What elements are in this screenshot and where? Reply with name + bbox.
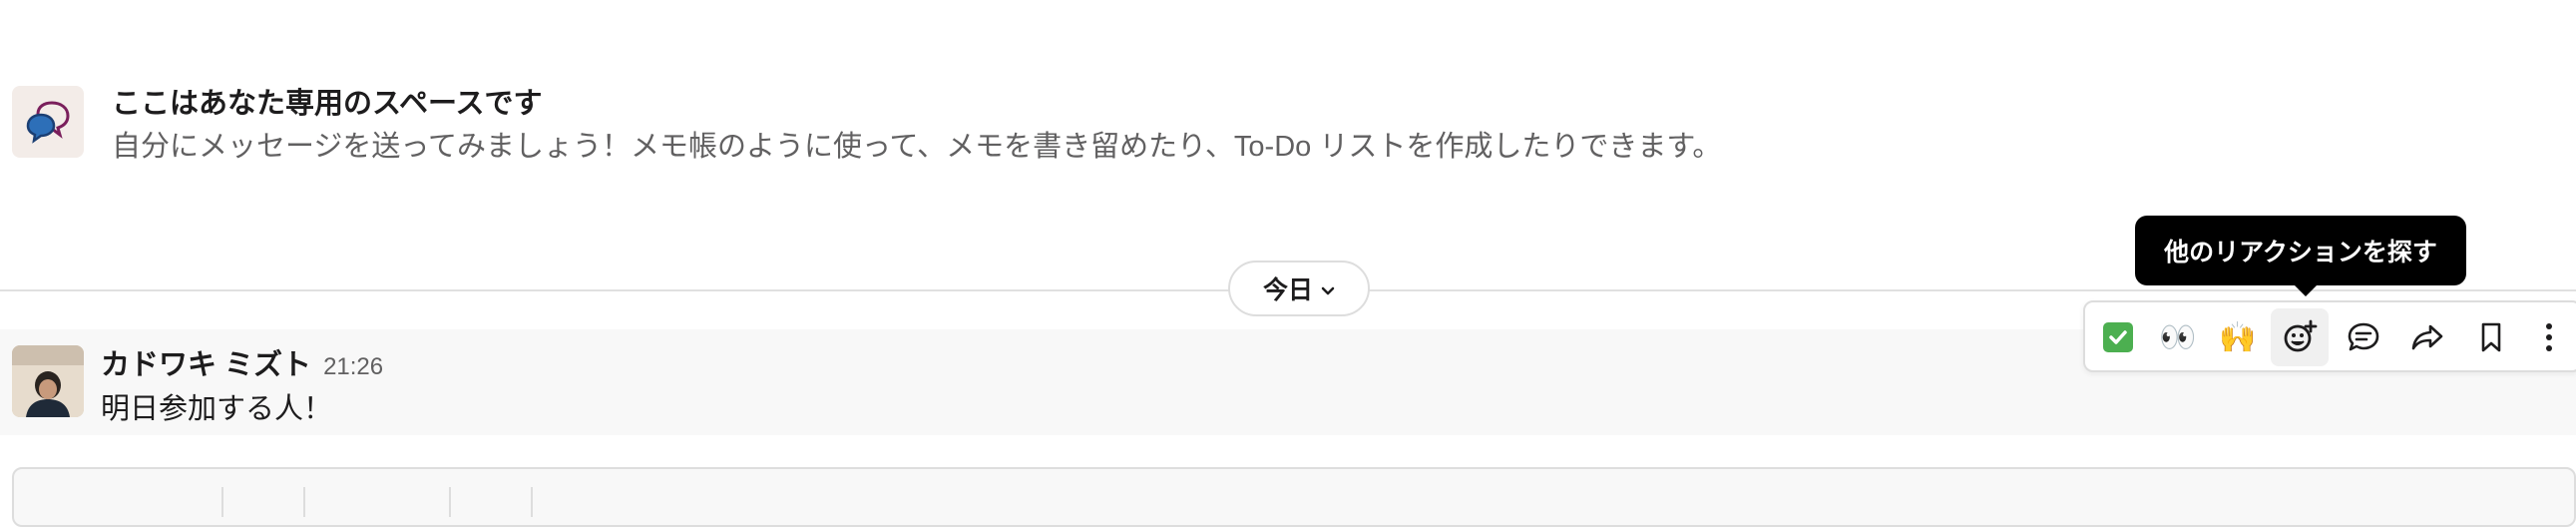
add-reaction-button[interactable] — [2271, 308, 2329, 366]
save-for-later-button[interactable] — [2462, 308, 2520, 366]
date-label: 今日 — [1262, 276, 1313, 304]
date-jump-button[interactable]: 今日 — [1228, 261, 1370, 316]
share-arrow-icon — [2411, 324, 2443, 350]
check-mark-icon — [2103, 322, 2133, 352]
react-eyes-button[interactable]: 👀 — [2149, 308, 2207, 366]
bookmark-icon — [2481, 322, 2501, 352]
tooltip-arrow — [2294, 284, 2318, 296]
chevron-down-icon — [1321, 274, 1335, 303]
share-message-button[interactable] — [2398, 308, 2456, 366]
message-timestamp[interactable]: 21:26 — [323, 353, 383, 381]
intro-subtitle: 自分にメッセージを送ってみましょう！メモ帳のように使って、メモを書き留めたり、T… — [112, 131, 1722, 163]
react-white-check-mark-button[interactable] — [2089, 308, 2147, 366]
reply-in-thread-button[interactable] — [2335, 308, 2392, 366]
raised-hands-icon: 🙌 — [2219, 320, 2257, 354]
more-vertical-icon — [2546, 323, 2552, 351]
message-author[interactable]: カドワキ ミズト — [101, 341, 311, 383]
eyes-icon: 👀 — [2159, 320, 2197, 354]
speech-bubbles-icon — [12, 86, 84, 158]
composer-toolbar-divider — [531, 487, 533, 517]
composer-toolbar-divider — [449, 487, 451, 517]
more-actions-button[interactable] — [2520, 308, 2576, 366]
message-text: 明日参加する人！ — [101, 393, 333, 425]
channel-intro: ここはあなた専用のスペースです 自分にメッセージを送ってみましょう！メモ帳のよう… — [12, 86, 1721, 166]
intro-title: ここはあなた専用のスペースです — [112, 88, 543, 120]
message-composer[interactable] — [12, 467, 2576, 527]
avatar[interactable] — [12, 345, 84, 417]
tooltip: 他のリアクションを探す — [2135, 216, 2466, 285]
message-actions-toolbar: 👀 🙌 — [2083, 300, 2576, 372]
composer-toolbar-divider — [221, 487, 223, 517]
react-raised-hands-button[interactable]: 🙌 — [2209, 308, 2267, 366]
thread-icon — [2348, 322, 2379, 351]
add-reaction-icon — [2284, 319, 2318, 352]
composer-toolbar-divider — [303, 487, 305, 517]
